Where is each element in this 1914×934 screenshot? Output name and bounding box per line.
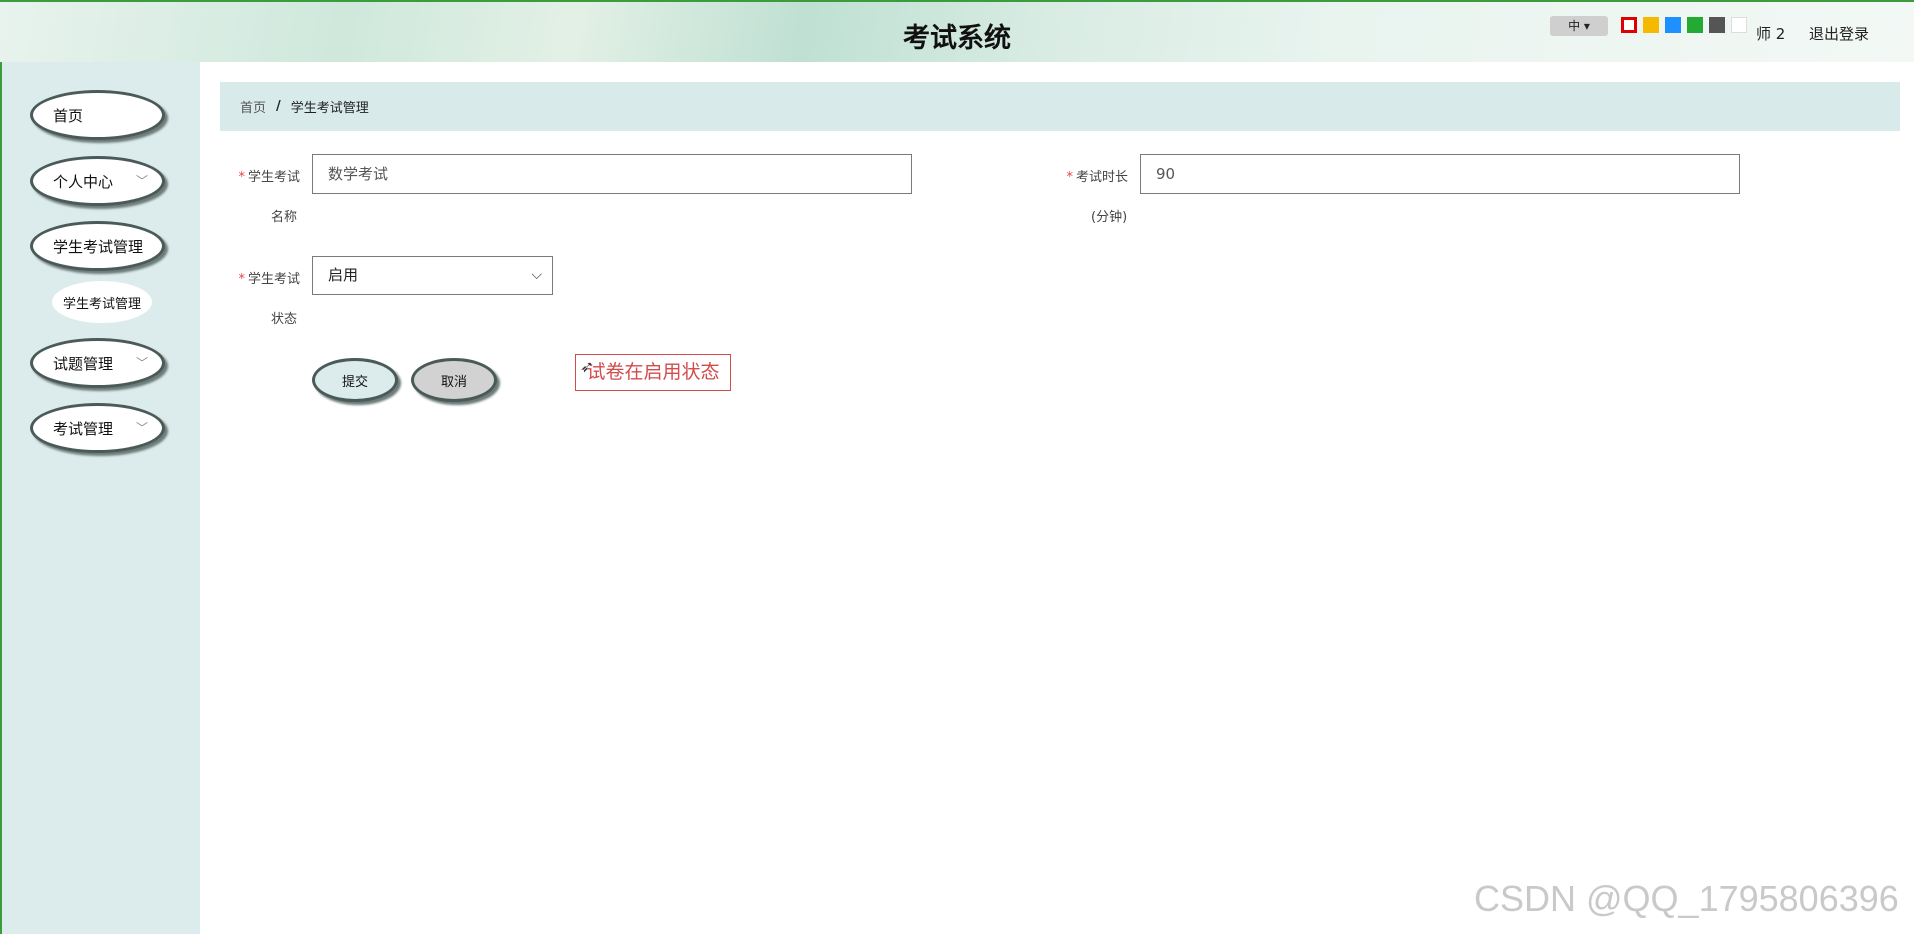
duration-label-line2: (分钟) xyxy=(1091,210,1128,225)
theme-swatch-white[interactable] xyxy=(1731,17,1747,33)
breadcrumb-home[interactable]: 首页 xyxy=(240,97,266,116)
exam-name-label-line2: 名称 xyxy=(271,210,298,225)
duration-input[interactable]: 90 xyxy=(1140,154,1740,194)
sidebar: 首页 个人中心 ﹀ 学生考试管理 学生考试管理 试题管理 ﹀ 考试管理 ﹀ xyxy=(0,62,200,934)
submit-button[interactable]: 提交 xyxy=(312,358,398,402)
breadcrumb-current: 学生考试管理 xyxy=(290,101,369,116)
watermark: CSDN @QQ_1795806396 xyxy=(1474,878,1899,919)
sidebar-item-label: 试题管理 xyxy=(53,354,114,373)
sidebar-item-label: 考试管理 xyxy=(53,419,114,438)
submit-button-label: 提交 xyxy=(341,374,368,390)
required-mark: * xyxy=(238,170,245,185)
theme-swatch-blue[interactable] xyxy=(1665,17,1681,33)
user-name: 师 2 xyxy=(1756,25,1786,43)
status-hint-annotation: 试卷在启用状态 xyxy=(575,354,731,391)
sidebar-item-label: 学生考试管理 xyxy=(53,237,144,256)
sidebar-item-label: 个人中心 xyxy=(53,172,114,191)
sidebar-item-exam-management[interactable]: 考试管理 ﹀ xyxy=(30,403,165,453)
theme-color-picker xyxy=(1621,17,1747,33)
sidebar-item-home[interactable]: 首页 xyxy=(30,90,165,140)
theme-swatch-green[interactable] xyxy=(1687,17,1703,33)
chevron-down-icon: ﹀ xyxy=(135,421,148,435)
status-select-value: 启用 xyxy=(328,266,359,284)
required-mark: * xyxy=(1066,170,1073,185)
cancel-button[interactable]: 取消 xyxy=(411,358,497,402)
cancel-button-label: 取消 xyxy=(440,374,467,390)
breadcrumb-separator: / xyxy=(276,99,281,114)
chevron-down-icon: ﹀ xyxy=(135,174,148,188)
theme-swatch-yellow[interactable] xyxy=(1643,17,1659,33)
theme-swatch-gray[interactable] xyxy=(1709,17,1725,33)
duration-label: * 考试时长 xyxy=(1048,166,1128,185)
status-select[interactable]: 启用 ⌵ xyxy=(312,256,553,295)
sidebar-subitem-label: 学生考试管理 xyxy=(62,296,141,312)
sidebar-item-label: 首页 xyxy=(53,106,84,125)
chevron-down-icon: ﹀ xyxy=(135,356,148,370)
exam-name-label: * 学生考试 xyxy=(220,166,300,185)
language-switch[interactable]: 中 ▾ xyxy=(1550,16,1608,36)
required-mark: * xyxy=(238,272,245,287)
sidebar-item-personal-center[interactable]: 个人中心 ﹀ xyxy=(30,156,165,206)
status-label-line2: 状态 xyxy=(271,312,298,327)
sidebar-subitem-student-exam-management[interactable]: 学生考试管理 xyxy=(52,281,152,323)
exam-name-label-text: 学生考试 xyxy=(247,170,300,185)
language-label: 中 xyxy=(1568,19,1581,33)
duration-label-text: 考试时长 xyxy=(1075,170,1128,185)
mouse-cursor-icon: ➶ xyxy=(580,357,594,376)
sidebar-item-question-management[interactable]: 试题管理 ﹀ xyxy=(30,338,165,388)
theme-swatch-red[interactable] xyxy=(1621,17,1637,33)
logout-link[interactable]: 退出登录 xyxy=(1809,23,1869,44)
caret-down-icon: ▾ xyxy=(1583,19,1590,33)
exam-name-input[interactable]: 数学考试 xyxy=(312,154,912,194)
breadcrumb: 首页 / 学生考试管理 xyxy=(220,82,1900,131)
status-label-text: 学生考试 xyxy=(247,272,300,287)
sidebar-item-student-exam-management[interactable]: 学生考试管理 xyxy=(30,221,165,271)
top-header: 考试系统 中 ▾ 师 2 退出登录 xyxy=(0,0,1914,62)
status-label: * 学生考试 xyxy=(220,268,300,287)
chevron-down-icon: ⌵ xyxy=(531,267,542,283)
